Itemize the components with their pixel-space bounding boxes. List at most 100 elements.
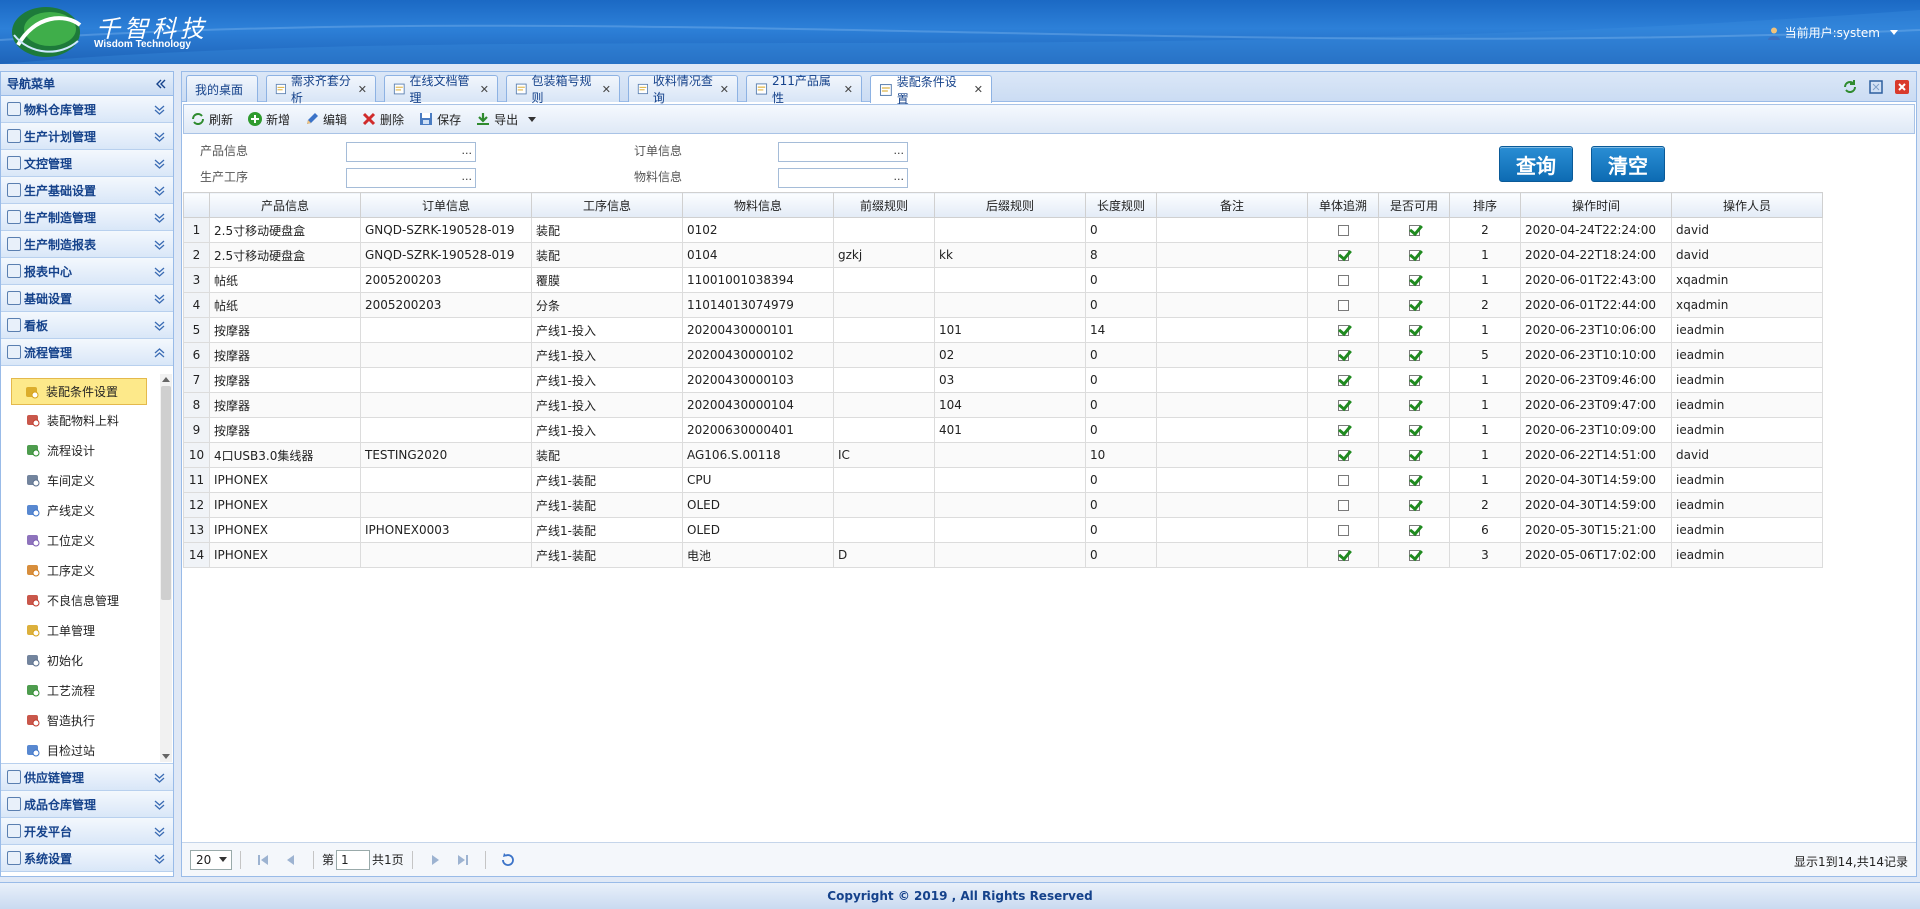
trace-checkbox[interactable]: [1337, 375, 1349, 386]
enabled-checkbox[interactable]: [1408, 225, 1420, 236]
sidebar-item-5[interactable]: 工位定义: [1, 525, 173, 555]
save-button[interactable]: 保存: [418, 111, 461, 128]
prev-page-icon[interactable]: [283, 852, 299, 868]
submenu-scrollbar[interactable]: [160, 374, 172, 762]
sidebar-item-11[interactable]: 智造执行: [1, 705, 173, 735]
sidebar-section-6[interactable]: 报表中心: [1, 258, 173, 285]
order-info-input[interactable]: ...: [778, 142, 908, 162]
product-info-input[interactable]: ...: [346, 142, 476, 162]
add-button[interactable]: 新增: [247, 111, 290, 128]
sidebar-section-7[interactable]: 基础设置: [1, 285, 173, 312]
column-header[interactable]: 前缀规则: [833, 192, 935, 218]
enabled-checkbox[interactable]: [1408, 400, 1420, 411]
reload-icon[interactable]: [500, 852, 516, 868]
refresh-button[interactable]: 刷新: [190, 111, 233, 128]
enabled-checkbox[interactable]: [1408, 425, 1420, 436]
enabled-checkbox[interactable]: [1408, 375, 1420, 386]
chevron-down-icon[interactable]: [154, 158, 165, 169]
delete-button[interactable]: 删除: [361, 111, 404, 128]
process-picker-icon[interactable]: ...: [462, 170, 473, 183]
column-header[interactable]: 是否可用: [1378, 192, 1450, 218]
sidebar-section-5[interactable]: 生产制造报表: [1, 231, 173, 258]
table-row[interactable]: 11 IPHONEX 产线1-装配 CPU 0 1 2020-04-30T14:59:00 i…: [183, 467, 1823, 493]
table-row[interactable]: 9 按摩器 产线1-投入 20200630000401 401 0 1 2020-06-23T…: [183, 417, 1823, 443]
chevron-down-icon[interactable]: [154, 772, 165, 783]
chevron-down-icon[interactable]: [154, 212, 165, 223]
fullscreen-icon[interactable]: [1868, 79, 1884, 95]
tab-close-icon[interactable]: ✕: [844, 83, 853, 96]
sidebar-section-3[interactable]: 生产基础设置: [1, 177, 173, 204]
order-picker-icon[interactable]: ...: [894, 144, 905, 157]
close-icon[interactable]: [1894, 79, 1910, 95]
trace-checkbox[interactable]: [1337, 525, 1349, 536]
sidebar-item-4[interactable]: 产线定义: [1, 495, 173, 525]
sidebar-section-1[interactable]: 生产计划管理: [1, 123, 173, 150]
material-info-input[interactable]: ...: [778, 168, 908, 188]
table-row[interactable]: 12 IPHONEX 产线1-装配 OLED 0 2 2020-04-30T14:59:00…: [183, 492, 1823, 518]
column-header[interactable]: 排序: [1449, 192, 1521, 218]
last-page-icon[interactable]: [455, 852, 471, 868]
sidebar-section-2[interactable]: 开发平台: [1, 818, 173, 845]
sidebar-item-1[interactable]: 装配物料上料: [1, 405, 173, 435]
sidebar-item-8[interactable]: 工单管理: [1, 615, 173, 645]
tab-close-icon[interactable]: ✕: [480, 83, 489, 96]
enabled-checkbox[interactable]: [1408, 300, 1420, 311]
sidebar-section-3[interactable]: 系统设置: [1, 845, 173, 872]
chevron-down-icon[interactable]: [154, 293, 165, 304]
chevron-down-icon[interactable]: [154, 853, 165, 864]
enabled-checkbox[interactable]: [1408, 275, 1420, 286]
sidebar-section-0[interactable]: 供应链管理: [1, 764, 173, 791]
next-page-icon[interactable]: [427, 852, 443, 868]
enabled-checkbox[interactable]: [1408, 550, 1420, 561]
enabled-checkbox[interactable]: [1408, 500, 1420, 511]
table-row[interactable]: 8 按摩器 产线1-投入 20200430000104 104 0 1 2020-06-23T…: [183, 392, 1823, 418]
table-row[interactable]: 10 4口USB3.0集线器 TESTING2020 装配 AG106.S.00118 I…: [183, 442, 1823, 468]
tab-close-icon[interactable]: ✕: [720, 83, 729, 96]
tab-0[interactable]: 我的桌面: [186, 75, 258, 102]
table-row[interactable]: 3 帖纸 2005200203 覆膜 11001001038394 0 1 2020-06-0…: [183, 267, 1823, 293]
trace-checkbox[interactable]: [1337, 275, 1349, 286]
sidebar-item-9[interactable]: 初始化: [1, 645, 173, 675]
sidebar-section-2[interactable]: 文控管理: [1, 150, 173, 177]
query-button[interactable]: 查询: [1499, 146, 1573, 182]
trace-checkbox[interactable]: [1337, 350, 1349, 361]
tab-close-icon[interactable]: ✕: [602, 83, 611, 96]
page-size-select[interactable]: 20: [190, 849, 232, 870]
tab-6[interactable]: 装配条件设置 ✕: [870, 75, 992, 106]
trace-checkbox[interactable]: [1337, 500, 1349, 511]
table-row[interactable]: 6 按摩器 产线1-投入 20200430000102 02 0 5 2020-06-23T1…: [183, 342, 1823, 368]
table-row[interactable]: 4 帖纸 2005200203 分条 11014013074979 0 2 2020-06-0…: [183, 292, 1823, 318]
enabled-checkbox[interactable]: [1408, 475, 1420, 486]
table-row[interactable]: 14 IPHONEX 产线1-装配 电池 D 0 3 2020-05-06T17:02:00 i…: [183, 542, 1823, 568]
sidebar-section-8[interactable]: 看板: [1, 312, 173, 339]
trace-checkbox[interactable]: [1337, 550, 1349, 561]
column-header[interactable]: 备注: [1156, 192, 1308, 218]
sidebar-section-0[interactable]: 物料仓库管理: [1, 96, 173, 123]
edit-button[interactable]: 编辑: [304, 111, 347, 128]
chevron-down-icon[interactable]: [154, 104, 165, 115]
tab-close-icon[interactable]: ✕: [358, 83, 367, 96]
chevron-down-icon[interactable]: [154, 266, 165, 277]
chevron-down-icon[interactable]: [154, 239, 165, 250]
enabled-checkbox[interactable]: [1408, 325, 1420, 336]
tab-close-icon[interactable]: ✕: [974, 83, 983, 96]
sidebar-item-2[interactable]: 流程设计: [1, 435, 173, 465]
chevron-down-icon[interactable]: [154, 799, 165, 810]
sidebar-section-9[interactable]: 流程管理: [1, 339, 173, 366]
page-number-input[interactable]: 1: [336, 849, 371, 870]
enabled-checkbox[interactable]: [1408, 350, 1420, 361]
table-row[interactable]: 5 按摩器 产线1-投入 20200430000101 101 14 1 2020-06-23…: [183, 317, 1823, 343]
sidebar-item-7[interactable]: 不良信息管理: [1, 585, 173, 615]
enabled-checkbox[interactable]: [1408, 525, 1420, 536]
clear-button[interactable]: 清空: [1591, 146, 1665, 182]
column-header[interactable]: 后缀规则: [934, 192, 1086, 218]
process-input[interactable]: ...: [346, 168, 476, 188]
column-header[interactable]: 订单信息: [360, 192, 532, 218]
trace-checkbox[interactable]: [1337, 225, 1349, 236]
table-row[interactable]: 2 2.5寸移动硬盘盒 GNQD-SZRK-190528-019 装配 0104 gzkj…: [183, 242, 1823, 268]
column-header[interactable]: 操作人员: [1671, 192, 1823, 218]
refresh-tab-icon[interactable]: [1842, 79, 1858, 95]
sidebar-item-0[interactable]: 装配条件设置: [11, 378, 147, 405]
tab-3[interactable]: 包装箱号规则 ✕: [506, 74, 620, 105]
enabled-checkbox[interactable]: [1408, 450, 1420, 461]
